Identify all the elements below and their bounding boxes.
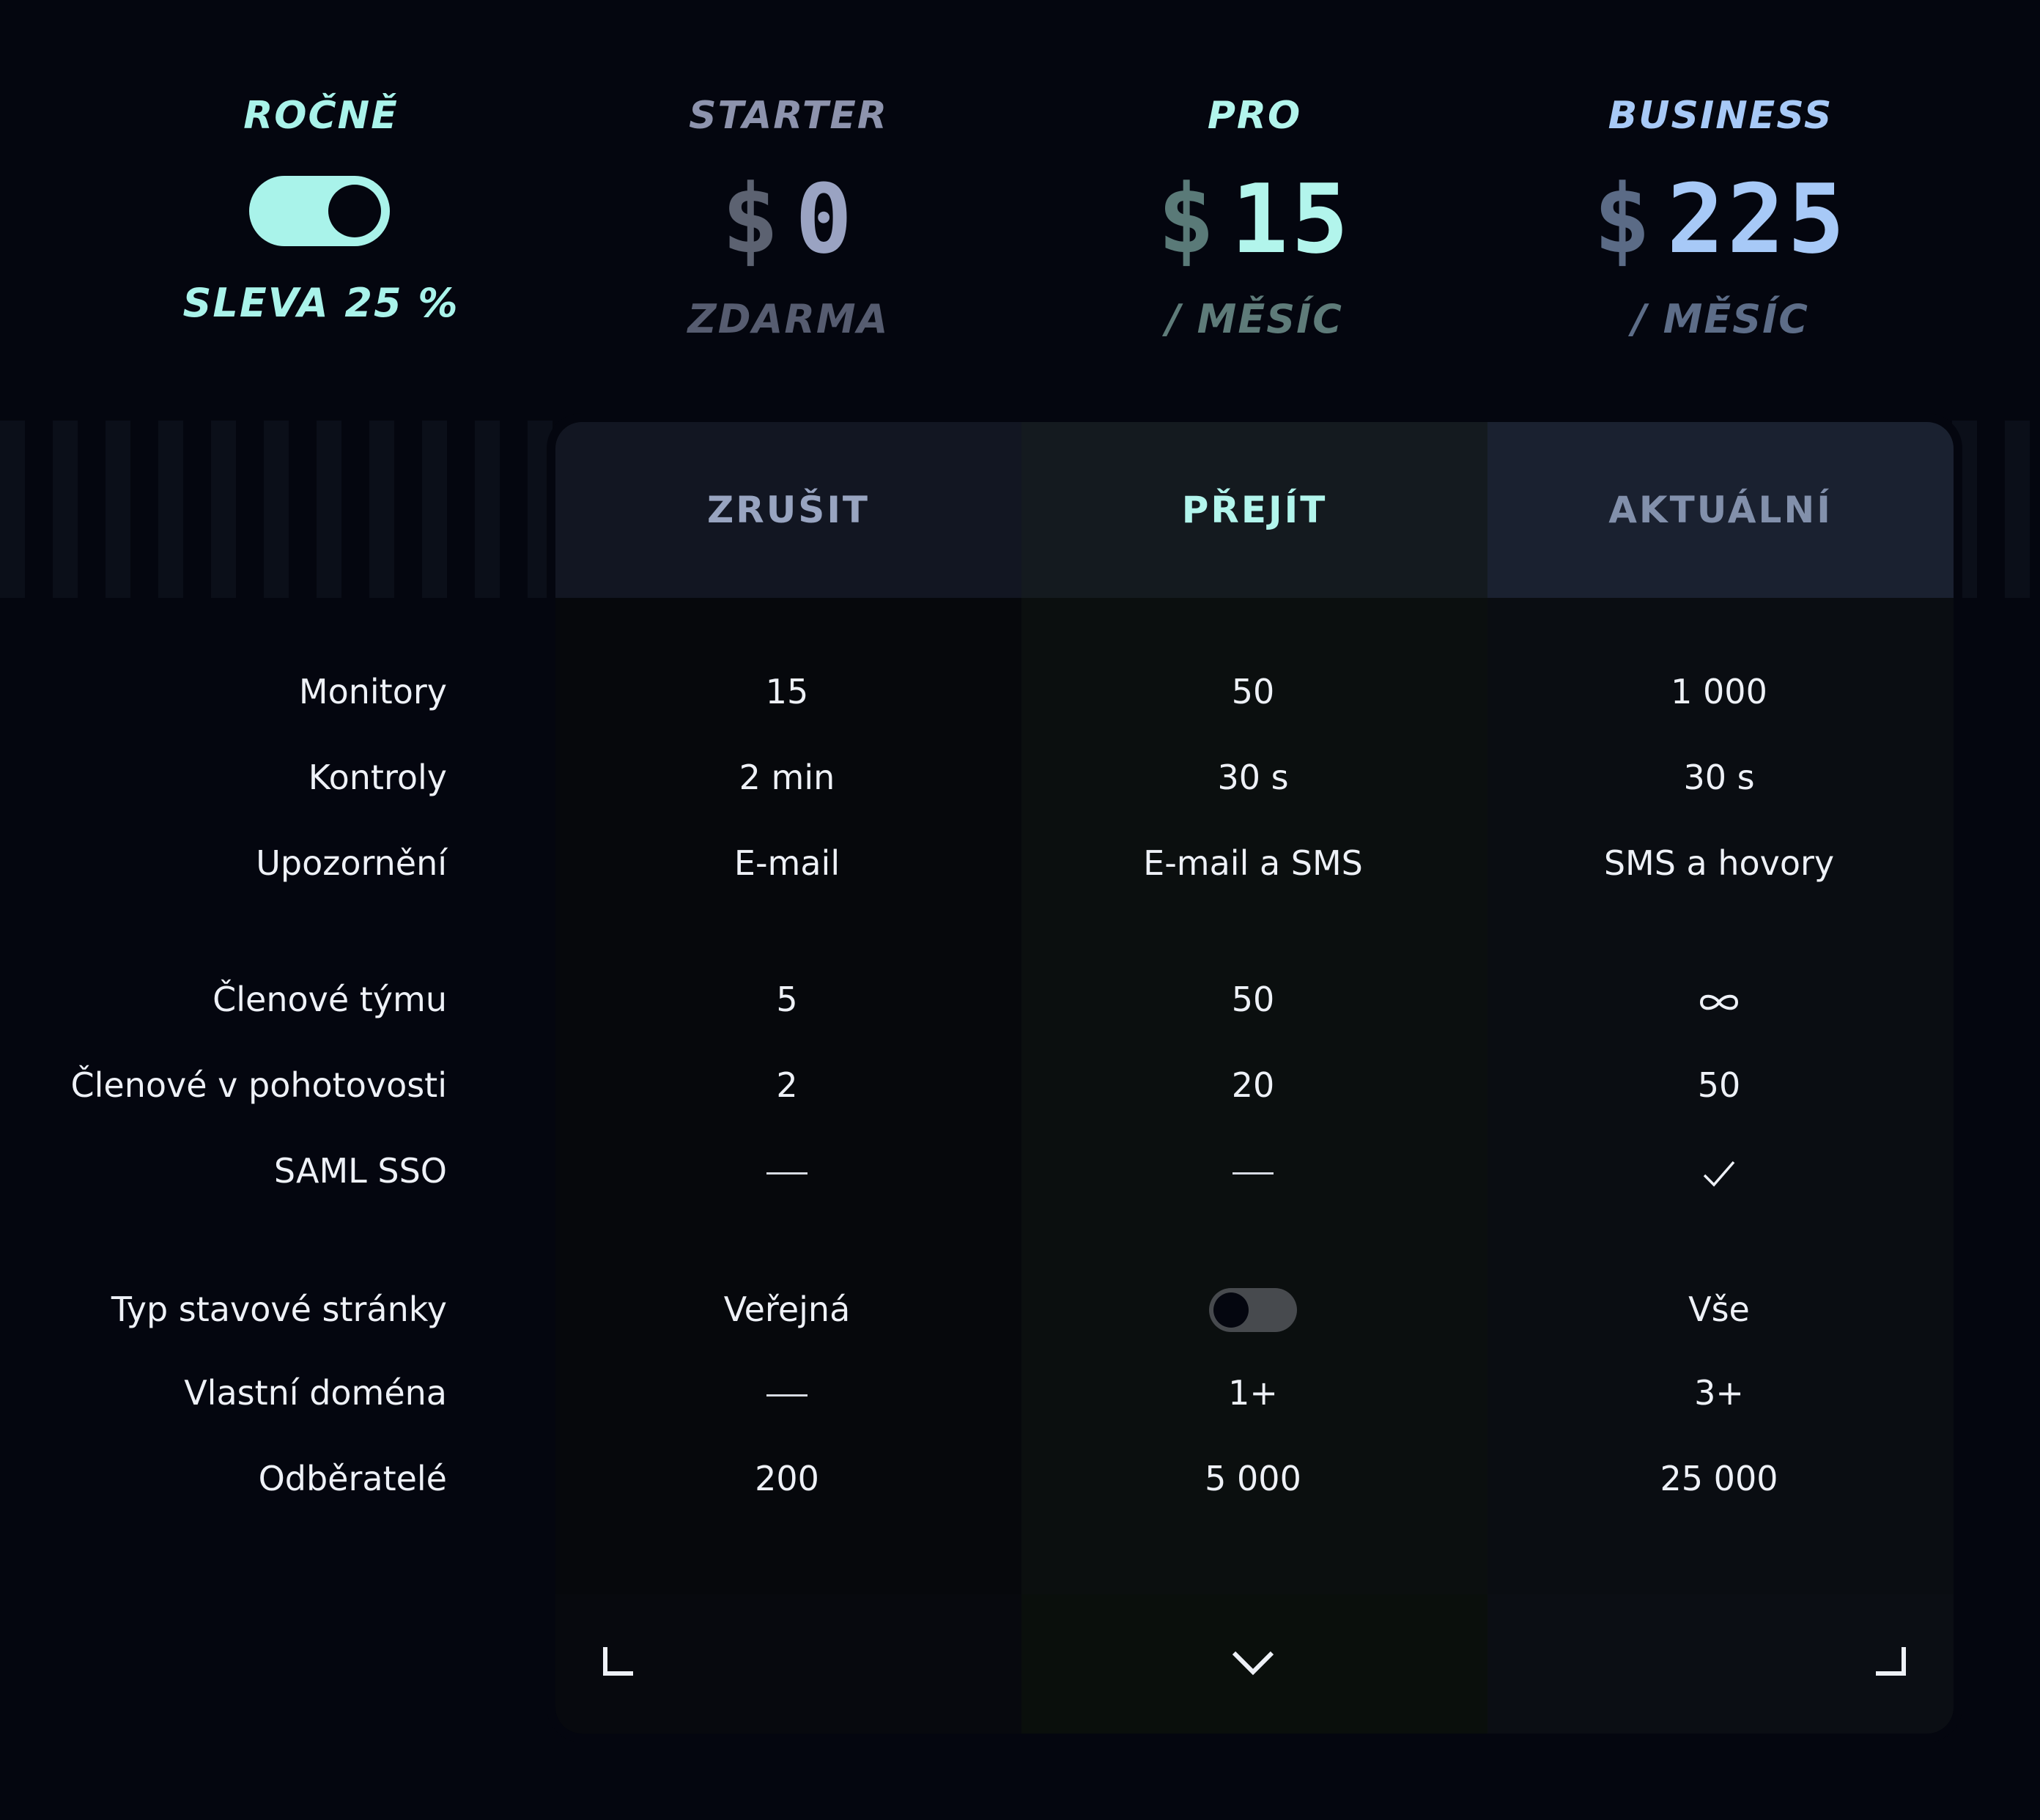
cell-subscribers-business: 25 000: [1660, 1459, 1778, 1498]
discount-label: SLEVA 25 %: [182, 280, 459, 326]
cell-checks-starter: 2 min: [739, 758, 835, 797]
cell-alerts-business: SMS a hovory: [1603, 843, 1835, 883]
cell-oncall-starter: 2: [776, 1065, 798, 1105]
cell-status-page-starter: Veřejná: [723, 1290, 851, 1329]
plan-sub-pro: / MĚSÍC: [1166, 296, 1343, 342]
cell-oncall-business: 50: [1697, 1065, 1741, 1105]
feature-label-status-page: Typ stavové stránky: [111, 1290, 447, 1329]
not-included-dash-icon: [766, 1172, 808, 1175]
price-amount: 225: [1666, 163, 1848, 275]
currency-symbol: $: [1157, 163, 1218, 275]
cancel-plan-button[interactable]: ZRUŠIT: [555, 422, 1021, 598]
cell-checks-pro: 30 s: [1217, 758, 1289, 797]
not-included-dash-icon: [1232, 1172, 1274, 1175]
cell-subscribers-pro: 5 000: [1205, 1459, 1301, 1498]
feature-label-monitors: Monitory: [298, 672, 447, 711]
cell-alerts-pro: E-mail a SMS: [1143, 843, 1363, 883]
cell-domain-starter: [554, 1371, 1020, 1415]
cell-monitors-business: 1 000: [1671, 672, 1767, 711]
cell-team-business: [1486, 977, 1952, 1021]
feature-label-domain: Vlastní doména: [184, 1373, 447, 1413]
plan-price-pro: $15: [1020, 171, 1489, 267]
feature-label-subscribers: Odběratelé: [258, 1459, 447, 1498]
plan-name-starter: STARTER: [689, 94, 888, 138]
cell-monitors-pro: 50: [1231, 672, 1275, 711]
plan-sub-business: / MĚSÍC: [1632, 296, 1809, 342]
infinity-icon: [1699, 994, 1739, 1010]
price-amount: 0: [795, 163, 856, 275]
corner-bracket-right-icon: [1876, 1647, 1906, 1676]
billing-period-label: ROČNĚ: [243, 94, 399, 138]
switch-plan-button[interactable]: PŘEJÍT: [1021, 422, 1488, 598]
cell-team-starter: 5: [776, 980, 798, 1019]
feature-label-checks: Kontroly: [308, 758, 447, 797]
cell-domain-business: 3+: [1694, 1373, 1744, 1413]
cell-saml-business: [1486, 1149, 1952, 1193]
not-included-dash-icon: [766, 1394, 808, 1397]
cell-status-page-business: Vše: [1688, 1290, 1750, 1329]
currency-symbol: $: [721, 163, 782, 275]
corner-bracket-left-icon: [603, 1647, 633, 1676]
cell-saml-starter: [554, 1149, 1020, 1193]
current-plan-button: AKTUÁLNÍ: [1488, 422, 1954, 598]
feature-label-saml: SAML SSO: [273, 1151, 447, 1191]
plan-sub-starter: ZDARMA: [687, 296, 890, 342]
checkmark-icon: [1703, 1161, 1735, 1187]
toggle-knob: [328, 185, 381, 237]
cell-domain-pro: 1+: [1228, 1373, 1278, 1413]
feature-label-team: Členové týmu: [212, 980, 447, 1019]
currency-symbol: $: [1593, 163, 1654, 275]
cell-alerts-starter: E-mail: [733, 843, 840, 883]
cell-oncall-pro: 20: [1231, 1065, 1275, 1105]
toggle-knob: [1213, 1292, 1249, 1328]
cell-subscribers-starter: 200: [755, 1459, 819, 1498]
annual-billing-toggle[interactable]: [249, 176, 390, 246]
cell-team-pro: 50: [1231, 980, 1275, 1019]
plan-price-business: $225: [1486, 171, 1955, 267]
feature-label-alerts: Upozornění: [256, 843, 447, 883]
plan-price-starter: $0: [554, 171, 1023, 267]
cell-checks-business: 30 s: [1683, 758, 1755, 797]
plan-name-pro: PRO: [1207, 94, 1302, 138]
cell-saml-pro: [1020, 1149, 1486, 1193]
status-page-type-toggle[interactable]: [1209, 1288, 1297, 1332]
price-amount: 15: [1230, 163, 1352, 275]
plan-name-business: BUSINESS: [1608, 94, 1833, 138]
chevron-down-icon[interactable]: [1230, 1647, 1276, 1679]
feature-label-oncall: Členové v pohotovosti: [70, 1065, 447, 1105]
cell-monitors-starter: 15: [765, 672, 809, 711]
